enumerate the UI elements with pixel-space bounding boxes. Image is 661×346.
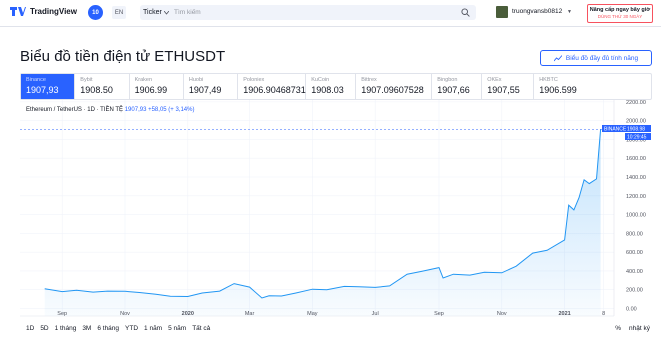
- tab-bybit[interactable]: Bybit 1908.50: [75, 74, 130, 99]
- tab-kraken[interactable]: Kraken 1906.99: [130, 74, 184, 99]
- tab-okex[interactable]: OKEx 1907,55: [482, 74, 535, 99]
- price-tag-exchange: BINANCE: [604, 127, 627, 133]
- username[interactable]: truongvansb0812: [512, 8, 562, 15]
- y-tick-label: 1200.00: [626, 194, 646, 200]
- period-1m[interactable]: 1 tháng: [55, 325, 77, 332]
- tab-hkbtc[interactable]: HKBTC 1906.599: [534, 74, 651, 99]
- exchange-name: Bingbon: [437, 77, 458, 83]
- trial-label: DÙNG THỬ 30 NGÀY: [597, 14, 643, 19]
- period-selector: 1D 5D 1 tháng 3M 6 tháng YTD 1 năm 5 năm…: [26, 325, 210, 332]
- x-tick-label: Nov: [120, 311, 130, 317]
- exchange-name: Poloniex: [243, 77, 265, 83]
- y-tick-label: 1400.00: [626, 175, 646, 181]
- exchange-name: Binance: [26, 77, 46, 83]
- tab-binance[interactable]: Binance 1907,93: [21, 74, 76, 99]
- y-tick-label: 2200.00: [626, 100, 646, 106]
- x-tick-label: Sep: [434, 311, 444, 317]
- y-tick-label: 800.00: [626, 231, 643, 237]
- x-tick-label: Sep: [57, 311, 67, 317]
- period-all[interactable]: Tất cả: [192, 325, 210, 332]
- y-tick-label: 1600.00: [626, 156, 646, 162]
- tab-poloniex[interactable]: Poloniex 1906.90468731: [238, 74, 307, 99]
- exchange-price: 1907,66: [437, 85, 470, 95]
- page-title: Biểu đồ tiền điện tử ETHUSDT: [20, 48, 226, 65]
- y-tick-label: 0.00: [626, 306, 637, 312]
- chart-icon: [553, 54, 562, 61]
- search-icon[interactable]: [461, 8, 470, 17]
- tab-bittrex[interactable]: Bittrex 1907.09607528: [356, 74, 433, 99]
- legend-price: 1907,93: [124, 107, 147, 113]
- period-6m[interactable]: 6 tháng: [97, 325, 119, 332]
- exchange-price: 1908.50: [80, 85, 113, 95]
- upgrade-button[interactable]: Nâng cấp ngay bây giờ DÙNG THỬ 30 NGÀY: [587, 4, 653, 23]
- symbol-legend: Ethereum / TetherUS · 1D · TIỀN TỆ 1907,…: [26, 107, 194, 113]
- price-tag-time: 10:29:45: [627, 135, 647, 141]
- exchange-name: KuCoin: [311, 77, 330, 83]
- exchange-name: Kraken: [134, 77, 153, 83]
- exchange-name: HKBTC: [539, 77, 558, 83]
- exchange-name: OKEx: [487, 77, 502, 83]
- exchange-price: 1906.599: [539, 85, 577, 95]
- period-5y[interactable]: 5 năm: [168, 325, 186, 332]
- scale-controls: % nhật ký: [615, 325, 650, 332]
- exchange-name: Bittrex: [361, 77, 377, 83]
- price-tag-price: 1908.98: [627, 127, 645, 133]
- period-1d[interactable]: 1D: [26, 325, 34, 332]
- symbol-name: Ethereum / TetherUS · 1D · TIỀN TỆ: [26, 107, 124, 113]
- period-5d[interactable]: 5D: [40, 325, 48, 332]
- exchange-tabs: Binance 1907,93 Bybit 1908.50 Kraken 190…: [20, 73, 652, 100]
- exchange-name: Bybit: [80, 77, 93, 83]
- log-scale-toggle[interactable]: nhật ký: [629, 325, 650, 332]
- x-tick-label: Nov: [497, 311, 507, 317]
- tab-kucoin[interactable]: KuCoin 1908.03: [306, 74, 357, 99]
- notification-badge[interactable]: 10: [88, 5, 103, 20]
- exchange-price: 1908.03: [311, 85, 344, 95]
- exchange-price: 1906.90468731: [243, 85, 306, 95]
- y-tick-label: 600.00: [626, 250, 643, 256]
- search-placeholder: Tìm kiếm: [174, 9, 201, 16]
- exchange-price: 1907,49: [188, 85, 222, 95]
- price-chart[interactable]: 0.00 200.00 400.00 600.00 800.00 1000.00 1200.…: [0, 100, 661, 346]
- logo-text: TradingView: [30, 7, 77, 16]
- x-tick-label: Jul: [372, 311, 379, 317]
- chevron-down-icon: [163, 10, 169, 15]
- x-tick-label: Mar: [245, 311, 255, 317]
- last-price-tag: BINANCE 1908.98 10:29:45: [602, 125, 651, 141]
- avatar[interactable]: [496, 6, 508, 18]
- full-chart-label: Biểu đồ đầy đủ tính năng: [565, 54, 639, 62]
- period-ytd[interactable]: YTD: [125, 325, 138, 332]
- tradingview-logo[interactable]: TradingView: [10, 7, 77, 16]
- y-tick-label: 2000.00: [626, 119, 646, 125]
- x-tick-label: 2020: [182, 311, 194, 317]
- x-tick-label: 2021: [558, 311, 570, 317]
- tab-huobi[interactable]: Huobi 1907,49: [184, 74, 239, 99]
- price-area-fill: [44, 129, 601, 316]
- exchange-price: 1907,55: [487, 85, 520, 95]
- tradingview-logo-icon: [10, 7, 26, 16]
- x-tick-label: May: [307, 311, 318, 317]
- language-selector[interactable]: EN: [112, 6, 126, 19]
- exchange-price: 1907.09607528: [361, 85, 424, 95]
- search-input[interactable]: Ticker Tìm kiếm: [140, 5, 476, 20]
- full-chart-button[interactable]: Biểu đồ đầy đủ tính năng: [540, 50, 652, 66]
- exchange-price: 1906.99: [134, 85, 168, 95]
- y-tick-label: 1000.00: [626, 213, 646, 219]
- exchange-name: Huobi: [188, 77, 204, 83]
- y-tick-label: 200.00: [626, 288, 643, 294]
- ticker-label: Ticker: [143, 9, 162, 16]
- x-tick-label: 8: [602, 311, 605, 317]
- period-3m[interactable]: 3M: [82, 325, 91, 332]
- exchange-price: 1907,93: [26, 85, 59, 95]
- y-tick-label: 400.00: [626, 269, 643, 275]
- legend-change: +58,05 (+ 3,14%): [148, 107, 195, 113]
- user-menu-caret-icon[interactable]: ▼: [567, 9, 572, 15]
- percent-scale-toggle[interactable]: %: [615, 325, 621, 332]
- ticker-dropdown[interactable]: Ticker: [143, 5, 169, 20]
- upgrade-label: Nâng cấp ngay bây giờ: [589, 7, 651, 13]
- top-navigation-bar: TradingView 10 EN Ticker Tìm kiếm truong…: [0, 0, 661, 27]
- tab-bingbon[interactable]: Bingbon 1907,66: [432, 74, 483, 99]
- period-1y[interactable]: 1 năm: [144, 325, 162, 332]
